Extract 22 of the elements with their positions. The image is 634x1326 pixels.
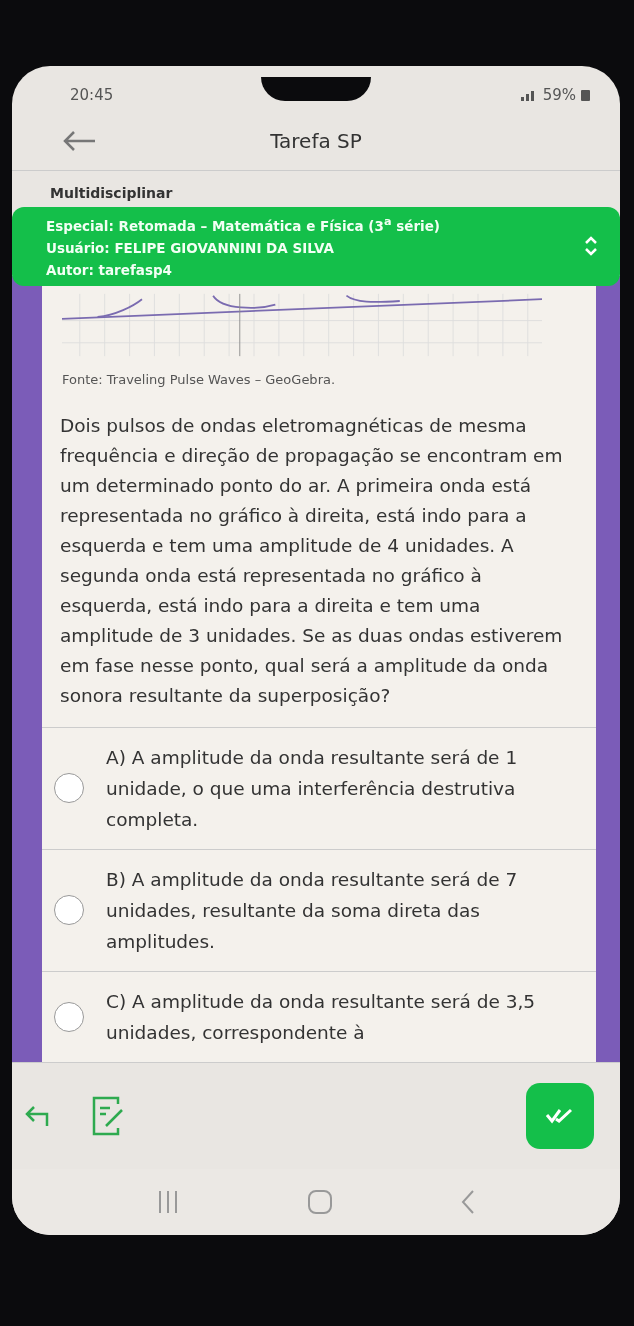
back-arrow-icon[interactable] bbox=[62, 130, 96, 152]
expand-icon[interactable] bbox=[584, 235, 598, 258]
battery-percent: 59% bbox=[542, 86, 576, 104]
radio-button[interactable] bbox=[54, 895, 84, 925]
battery-icon bbox=[581, 89, 590, 101]
special-label: Especial: Retomada – Matemática e Física (3$^{a}$ série) bbox=[46, 215, 441, 234]
source-caption: Fonte: Traveling Pulse Waves – GeoGebra. bbox=[62, 371, 337, 387]
home-icon[interactable] bbox=[307, 1188, 333, 1215]
answer-option[interactable]: B) A amplitude da onda resultante será de 7 unidades, resultante da soma direta das amplitudes. bbox=[106, 863, 580, 957]
author-label: Autor: tarefasp4 bbox=[46, 261, 173, 278]
radio-button[interactable] bbox=[54, 773, 84, 803]
radio-button[interactable] bbox=[54, 1001, 84, 1032]
submit-button[interactable] bbox=[526, 1082, 594, 1149]
category-label: Multidisciplinar bbox=[49, 184, 174, 203]
answer-option[interactable]: C) A amplitude da onda resultante será de 3,5 unidades, correspondente à bbox=[106, 985, 580, 1048]
user-label: Usuário: FELIPE GIOVANNINI DA SILVA bbox=[46, 239, 335, 256]
double-check-icon bbox=[545, 1107, 575, 1124]
status-time: 20:45 bbox=[70, 86, 114, 104]
page-title: Tarefa SP bbox=[270, 129, 362, 153]
question-text: Dois pulsos de ondas eletromagnéticas de mesma frequência e direção de propagação se encontram em um determinado ponto do ar. A primeira onda está representada no gráfico à direita, está indo para a esquerda e tem uma amplitude de 4 unidades. A segunda onda está representada no gráfico à esquerda, está indo para a direita e tem uma amplitude de 3 unidades. Se as duas ondas estiverem em fase nesse ponto, qual será a amplitude da onda sonora resultante da superposição? bbox=[60, 413, 564, 708]
back-nav-icon[interactable] bbox=[460, 1188, 477, 1215]
answer-option[interactable]: A) A amplitude da onda resultante será de 1 unidade, o que uma interferência destrutiva completa. bbox=[106, 741, 580, 835]
